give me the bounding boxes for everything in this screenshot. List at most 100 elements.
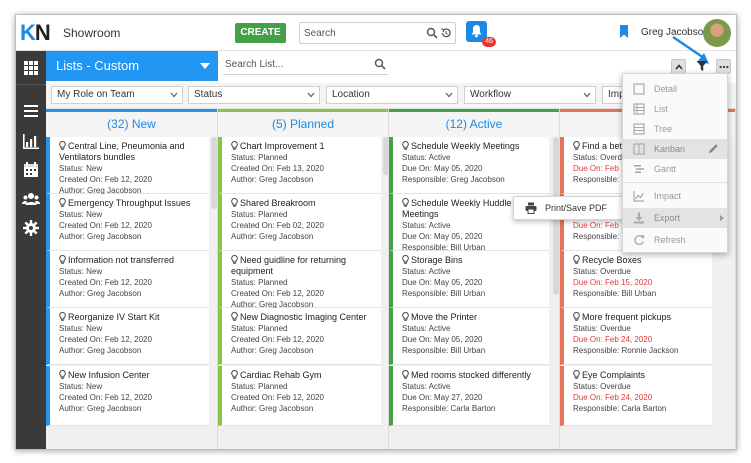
card-date: Due On: May 05, 2020 <box>402 164 483 173</box>
menu-item-gantt[interactable]: Gantt <box>623 159 727 179</box>
kn-logo[interactable]: KN <box>20 21 54 45</box>
kanban-card[interactable]: Need guidline for returning equipment Sta… <box>218 251 381 309</box>
filter-status[interactable]: Status <box>188 86 320 104</box>
column-scrollbar[interactable] <box>211 137 217 209</box>
pencil-icon[interactable] <box>708 143 719 154</box>
card-title-text: Eye Complaints <box>582 370 646 380</box>
card-title: Med rooms stocked differently <box>402 370 543 381</box>
card-person: Responsible: Bill Urban <box>402 289 486 298</box>
menu-item-detail[interactable]: Detail <box>623 79 727 99</box>
lightbulb-icon <box>402 255 409 264</box>
filter-icon[interactable] <box>696 60 708 72</box>
card-title: Cardiac Rehab Gym <box>231 370 375 381</box>
lightbulb-icon <box>231 141 238 150</box>
card-status: Status: Active <box>402 153 451 162</box>
search-input[interactable] <box>304 26 420 41</box>
card-title: Chart Improvement 1 <box>231 141 375 152</box>
filter-workflow[interactable]: Workflow <box>464 86 596 104</box>
menu-item-gantt-label: Gantt <box>654 164 677 174</box>
kanban-card[interactable]: Chart Improvement 1 Status: Planned Create… <box>218 137 381 194</box>
menu-item-refresh[interactable]: Refresh <box>623 230 727 250</box>
global-search[interactable] <box>299 22 456 44</box>
card-status: Status: Overdue <box>573 267 631 276</box>
kanban-card[interactable]: Eye Complaints Status: Overdue Due On: Feb… <box>560 366 712 426</box>
filter-status-label: Status <box>194 89 223 100</box>
card-person: Author: Greg Jacobson <box>231 175 314 184</box>
card-status: Status: Overdue <box>573 382 631 391</box>
list-icon <box>633 103 645 115</box>
card-date: Due On: May 27, 2020 <box>402 393 483 402</box>
kanban-card[interactable]: Schedule Weekly Meetings Status: Active Du… <box>389 137 549 194</box>
kanban-card[interactable]: Move the Printer Status: Active Due On: Ma… <box>389 308 549 365</box>
list-selector[interactable]: Lists - Custom <box>46 51 218 81</box>
card-date: Created On: Feb 12, 2020 <box>59 175 152 184</box>
kanban-card[interactable]: Information not transferred Status: New Cr… <box>46 251 209 308</box>
lightbulb-icon <box>573 370 580 379</box>
print-save-pdf-popup[interactable]: Print/Save PDF <box>513 196 624 220</box>
download-icon <box>634 212 644 224</box>
menu-item-export[interactable]: Export <box>623 208 727 228</box>
menu-item-kanban[interactable]: Kanban <box>623 139 727 159</box>
card-status: Status: New <box>59 267 103 276</box>
search-list-input[interactable] <box>225 57 365 72</box>
card-status: Status: New <box>59 324 103 333</box>
calendar-icon[interactable] <box>21 160 41 180</box>
gear-icon[interactable] <box>21 218 41 238</box>
card-date: Created On: Feb 12, 2020 <box>231 335 324 344</box>
column-header[interactable]: (12) Active <box>389 109 559 137</box>
lightbulb-icon <box>59 255 66 264</box>
people-icon[interactable] <box>21 189 41 209</box>
kanban-card[interactable]: Shared Breakroom Status: Planned Created O… <box>218 194 381 251</box>
kanban-card[interactable]: New Diagnostic Imaging Center Status: Pla… <box>218 308 381 365</box>
card-title-text: Chart Improvement 1 <box>240 141 325 151</box>
column-header[interactable]: (5) Planned <box>218 109 388 137</box>
search-icon[interactable] <box>426 27 438 39</box>
kanban-icon <box>633 143 645 155</box>
grid-icon[interactable] <box>21 58 41 78</box>
menu-icon[interactable] <box>21 101 41 121</box>
kanban-card[interactable]: More frequent pickups Status: Overdue Due … <box>560 308 712 365</box>
kanban-card[interactable]: Recycle Boxes Status: Overdue Due On: Feb … <box>560 251 712 308</box>
kanban-card[interactable]: Cardiac Rehab Gym Status: Planned Created … <box>218 366 381 426</box>
card-title-text: Emergency Throughput Issues <box>68 198 191 208</box>
card-date: Created On: Feb 12, 2020 <box>59 278 152 287</box>
view-options-menu: Detail List Tree Kanban Gantt Impact Exp… <box>622 73 728 253</box>
history-icon[interactable] <box>440 27 452 39</box>
card-title-text: Reorganize IV Start Kit <box>68 312 160 322</box>
create-button[interactable]: CREATE <box>235 23 286 43</box>
bookmark-icon[interactable] <box>619 25 629 38</box>
filter-role[interactable]: My Role on Team <box>51 86 183 104</box>
lightbulb-icon <box>573 312 580 321</box>
column-header[interactable]: (32) New <box>46 109 217 137</box>
card-title: Information not transferred <box>59 255 203 266</box>
more-options-button[interactable] <box>716 59 731 74</box>
filter-location-label: Location <box>332 89 370 100</box>
filter-location[interactable]: Location <box>326 86 458 104</box>
search-icon[interactable] <box>374 58 386 70</box>
card-title-text: Schedule Weekly Huddle Meetings <box>402 198 512 219</box>
chart-icon[interactable] <box>21 131 41 151</box>
kanban-card[interactable]: New Infusion Center Status: New Created On… <box>46 366 209 426</box>
menu-item-list[interactable]: List <box>623 99 727 119</box>
menu-item-impact[interactable]: Impact <box>623 186 727 206</box>
notification-count-badge: 46 <box>482 37 496 47</box>
card-date: Due On: Feb 24, 2020 <box>573 393 653 402</box>
collapse-button[interactable] <box>671 59 686 74</box>
lightbulb-icon <box>59 198 66 207</box>
search-list-field[interactable] <box>223 55 388 75</box>
kanban-card[interactable]: Storage Bins Status: Active Due On: May 05… <box>389 251 549 308</box>
kanban-card[interactable]: Reorganize IV Start Kit Status: New Create… <box>46 308 209 365</box>
kanban-card[interactable]: Emergency Throughput Issues Status: New Cr… <box>46 194 209 251</box>
card-person: Responsible: Carla Barton <box>402 404 496 413</box>
detail-icon <box>633 83 645 95</box>
kanban-card[interactable]: Central Line, Pneumonia and Ventilators … <box>46 137 209 195</box>
lightbulb-icon <box>59 141 66 150</box>
menu-item-tree[interactable]: Tree <box>623 119 727 139</box>
filter-workflow-label: Workflow <box>470 89 511 100</box>
card-person: Author: Greg Jacobson <box>59 232 142 241</box>
card-date: Due On: Feb 15, 2020 <box>573 278 653 287</box>
card-status: Status: Active <box>402 324 451 333</box>
card-title: New Diagnostic Imaging Center <box>231 312 375 323</box>
card-person: Responsible: Bill Urban <box>573 289 657 298</box>
kanban-card[interactable]: Med rooms stocked differently Status: Act… <box>389 366 549 426</box>
